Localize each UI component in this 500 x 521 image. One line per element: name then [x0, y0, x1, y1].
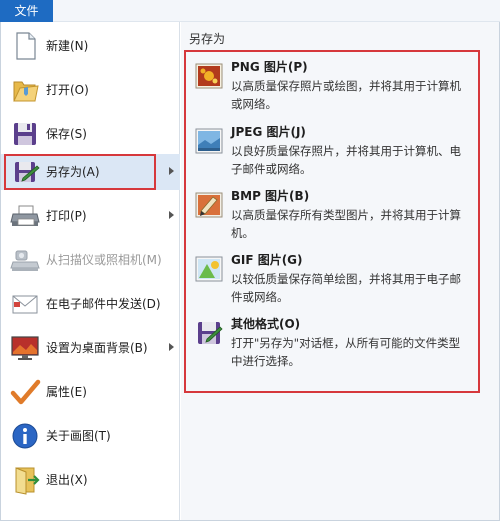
png-image-icon: [195, 63, 223, 89]
jpeg-image-icon: [195, 128, 223, 154]
email-icon: [12, 295, 38, 314]
option-title: JPEG 图片(J): [231, 125, 306, 139]
info-icon: [12, 423, 38, 449]
menu-item-label: 设置为桌面背景(B): [46, 341, 148, 355]
option-title: BMP 图片(B): [231, 189, 310, 203]
menu-item-about-paint[interactable]: 关于画图(T): [1, 414, 180, 458]
option-title: GIF 图片(G): [231, 253, 303, 267]
menu-item-label: 新建(N): [46, 39, 89, 53]
menu-item-label: 打开(O): [46, 83, 89, 97]
menu-item-scanner-camera: 从扫描仪或照相机(M): [1, 238, 180, 282]
file-menu-list: 新建(N) 打开(O) 保存(S) 另存为(A) 打印(P) 从扫描仪或照相机(…: [1, 22, 180, 520]
menu-item-label: 属性(E): [46, 385, 87, 399]
folder-open-icon: [13, 81, 39, 102]
menu-item-label: 打印(P): [46, 209, 87, 223]
save-as-option-other-formats[interactable]: 其他格式(O) 打开"另存为"对话框，从所有可能的文件类型中进行选择。: [187, 315, 477, 373]
printer-icon: [10, 205, 40, 226]
option-description: 以高质量保存照片或绘图，并将其用于计算机或网络。: [231, 79, 461, 111]
bmp-image-icon: [195, 192, 223, 218]
selected-item-outline: [4, 154, 156, 190]
submenu-arrow-icon: [169, 167, 174, 175]
file-tab[interactable]: 文件: [0, 0, 53, 22]
menu-item-label: 从扫描仪或照相机(M): [46, 253, 162, 267]
menu-item-print[interactable]: 打印(P): [1, 194, 180, 238]
submenu-arrow-icon: [169, 211, 174, 219]
menu-item-exit[interactable]: 退出(X): [1, 458, 180, 502]
menu-item-new[interactable]: 新建(N): [1, 24, 180, 68]
option-title: 其他格式(O): [231, 317, 301, 331]
save-as-panel-title: 另存为: [189, 32, 226, 46]
save-as-option-jpeg[interactable]: JPEG 图片(J) 以良好质量保存照片，并将其用于计算机、电子邮件或网络。: [187, 123, 477, 181]
exit-icon: [15, 467, 40, 495]
save-as-option-png[interactable]: PNG 图片(P) 以高质量保存照片或绘图，并将其用于计算机或网络。: [187, 58, 477, 116]
option-description: 打开"另存为"对话框，从所有可能的文件类型中进行选择。: [231, 336, 461, 368]
option-description: 以较低质量保存简单绘图，并将其用于电子邮件或网络。: [231, 272, 461, 304]
menu-item-desktop-background[interactable]: 设置为桌面背景(B): [1, 326, 180, 370]
floppy-disk-icon: [14, 123, 36, 145]
menu-item-open[interactable]: 打开(O): [1, 68, 180, 112]
new-document-icon: [16, 32, 36, 60]
gif-image-icon: [195, 256, 223, 282]
desktop-icon: [11, 336, 39, 360]
submenu-arrow-icon: [169, 343, 174, 351]
option-description: 以高质量保存所有类型图片，并将其用于计算机。: [231, 208, 461, 240]
save-as-option-bmp[interactable]: BMP 图片(B) 以高质量保存所有类型图片，并将其用于计算机。: [187, 187, 477, 245]
save-as-option-gif[interactable]: GIF 图片(G) 以较低质量保存简单绘图，并将其用于电子邮件或网络。: [187, 251, 477, 309]
option-title: PNG 图片(P): [231, 60, 308, 74]
scanner-icon: [10, 250, 40, 271]
menu-item-send-email[interactable]: 在电子邮件中发送(D): [1, 282, 180, 326]
menu-item-label: 关于画图(T): [46, 429, 111, 443]
option-description: 以良好质量保存照片，并将其用于计算机、电子邮件或网络。: [231, 144, 461, 176]
menu-item-properties[interactable]: 属性(E): [1, 370, 180, 414]
menu-bar: 文件: [0, 0, 500, 22]
checkmark-icon: [10, 379, 41, 405]
file-menu: 新建(N) 打开(O) 保存(S) 另存为(A) 打印(P) 从扫描仪或照相机(…: [0, 22, 500, 521]
menu-item-label: 在电子邮件中发送(D): [46, 297, 161, 311]
other-formats-icon: [198, 322, 223, 344]
menu-item-label: 退出(X): [46, 473, 88, 487]
